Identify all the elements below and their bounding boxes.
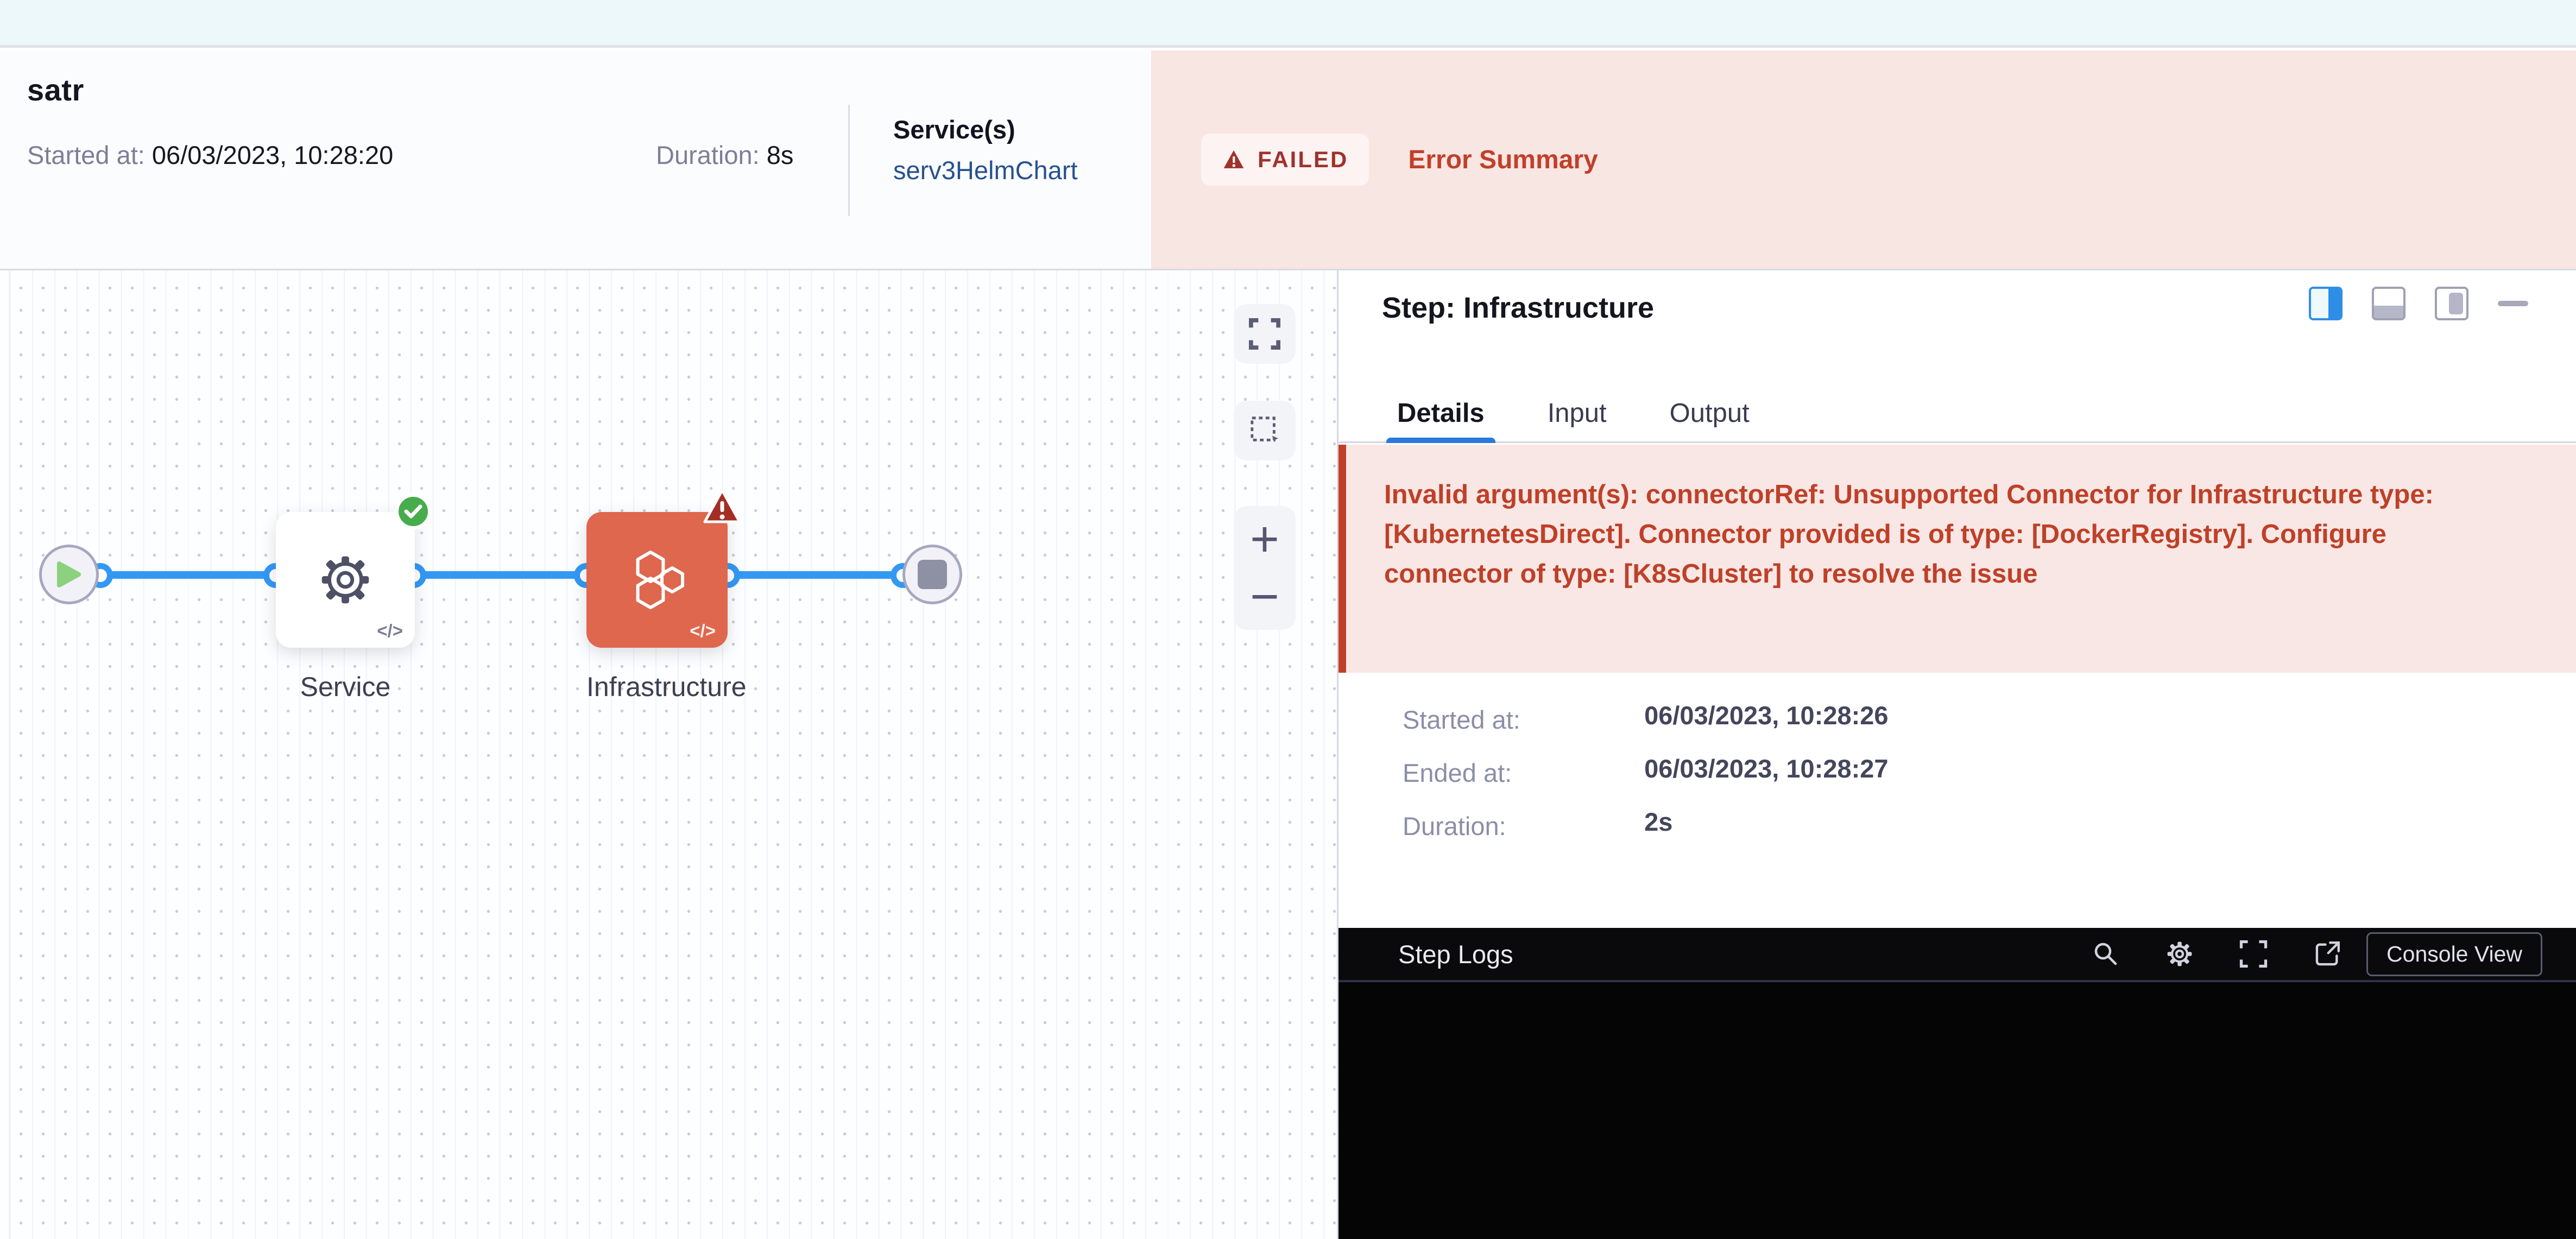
detail-value: 2s <box>1644 807 1672 836</box>
top-app-strip <box>0 0 2576 48</box>
started-at-label: Started at: <box>27 141 145 169</box>
tab-input[interactable]: Input <box>1542 384 1612 441</box>
step-logs-header: Step Logs <box>1338 928 2576 982</box>
step-logs-title: Step Logs <box>1398 939 1513 969</box>
console-view-button[interactable]: Console View <box>2366 932 2542 976</box>
search-icon <box>2092 940 2120 968</box>
logs-settings-button[interactable] <box>2164 939 2195 969</box>
error-summary-banner: FAILED Error Summary <box>1151 50 2576 269</box>
tab-details[interactable]: Details <box>1392 384 1490 441</box>
page-title: satr <box>27 72 84 108</box>
layout-bottom-split-button[interactable] <box>2372 287 2405 320</box>
play-icon <box>55 559 83 590</box>
service-step-node[interactable]: </> <box>276 512 415 648</box>
pipeline-canvas[interactable]: </> Service </> <box>0 270 1337 1239</box>
edge-infrastructure-to-end <box>728 571 903 579</box>
step-details-list: Started at: 06/03/2023, 10:28:26 Ended a… <box>1403 705 1889 864</box>
canvas-zoom-controls: + − <box>1234 506 1296 630</box>
detail-value: 06/03/2023, 10:28:26 <box>1644 701 1888 730</box>
fullscreen-icon <box>1249 318 1280 350</box>
failure-warning-icon <box>702 487 743 528</box>
hexagons-infrastructure-icon <box>624 547 690 612</box>
status-badge: FAILED <box>1201 134 1369 186</box>
tab-output[interactable]: Output <box>1664 384 1755 441</box>
layout-right-split-left-half <box>2311 289 2328 318</box>
step-error-message: Invalid argument(s): connectorRef: Unsup… <box>1384 475 2508 594</box>
started-at-value: 06/03/2023, 10:28:20 <box>152 141 393 169</box>
node-label-service: Service <box>276 671 415 703</box>
end-node[interactable] <box>902 545 962 604</box>
execution-body: </> Service </> <box>0 269 2576 1239</box>
detail-label: Duration: <box>1403 811 1637 841</box>
code-template-icon: </> <box>690 621 716 641</box>
minimize-panel-button[interactable] <box>2498 301 2528 306</box>
step-logs-output[interactable] <box>1338 982 2576 1239</box>
stop-icon <box>918 560 947 589</box>
layout-right-split-right-half <box>2328 289 2341 318</box>
layout-bottom-split-top-half <box>2374 289 2403 306</box>
external-link-icon <box>2313 940 2341 968</box>
gear-icon <box>313 548 377 612</box>
zoom-out-button[interactable]: − <box>1250 572 1279 622</box>
success-check-icon <box>395 494 431 529</box>
node-label-infrastructure: Infrastructure <box>586 671 728 703</box>
step-logs-section: Step Logs <box>1338 928 2576 1239</box>
detail-value: 06/03/2023, 10:28:27 <box>1644 754 1888 783</box>
code-template-icon: </> <box>377 621 403 641</box>
detail-label: Ended at: <box>1403 758 1637 788</box>
canvas-fullscreen-button[interactable] <box>1234 304 1296 364</box>
step-panel-tabs: Details Input Output <box>1338 384 2576 443</box>
detail-row-ended: Ended at: 06/03/2023, 10:28:27 <box>1403 758 1889 811</box>
duration-row: Duration: 8s <box>656 140 793 170</box>
canvas-select-mode-button[interactable] <box>1234 401 1296 460</box>
infrastructure-step-node[interactable]: </> <box>586 512 728 648</box>
step-details-panel: Step: Infrastructure Details Input Outpu… <box>1337 270 2576 1239</box>
logs-actions <box>2091 939 2343 969</box>
fullscreen-icon <box>2239 940 2268 968</box>
warning-triangle-icon <box>1222 148 1246 172</box>
layout-right-split-button[interactable] <box>2309 287 2343 320</box>
step-error-message-box: Invalid argument(s): connectorRef: Unsup… <box>1338 445 2576 673</box>
open-logs-new-window-button[interactable] <box>2312 939 2343 969</box>
zoom-in-button[interactable]: + <box>1250 514 1279 564</box>
panel-layout-actions <box>2309 287 2528 320</box>
started-at-row: Started at: 06/03/2023, 10:28:20 <box>27 140 393 170</box>
detail-row-started: Started at: 06/03/2023, 10:28:26 <box>1403 705 1889 758</box>
services-block: Service(s) serv3HelmChart <box>893 115 1078 185</box>
step-panel-title: Step: Infrastructure <box>1382 291 1654 325</box>
detail-label: Started at: <box>1403 705 1637 735</box>
execution-header: satr Started at: 06/03/2023, 10:28:20 Du… <box>0 50 2576 269</box>
layout-floating-button[interactable] <box>2435 287 2468 320</box>
layout-bottom-split-bottom-half <box>2374 306 2403 318</box>
duration-label: Duration: <box>656 141 760 169</box>
services-label: Service(s) <box>893 115 1078 144</box>
status-badge-label: FAILED <box>1258 147 1348 173</box>
search-logs-button[interactable] <box>2091 939 2121 969</box>
duration-value: 8s <box>767 141 794 169</box>
layout-floating-inner-rect <box>2449 293 2463 314</box>
service-link[interactable]: serv3HelmChart <box>893 155 1078 185</box>
start-node[interactable] <box>39 545 99 604</box>
edge-service-to-infrastructure <box>414 571 586 579</box>
marquee-select-icon <box>1249 415 1280 446</box>
edge-start-to-service <box>100 571 276 579</box>
detail-row-duration: Duration: 2s <box>1403 811 1889 864</box>
header-divider <box>848 105 850 216</box>
gear-icon <box>2164 939 2195 969</box>
logs-fullscreen-button[interactable] <box>2238 939 2269 969</box>
error-summary-label: Error Summary <box>1408 145 1598 175</box>
